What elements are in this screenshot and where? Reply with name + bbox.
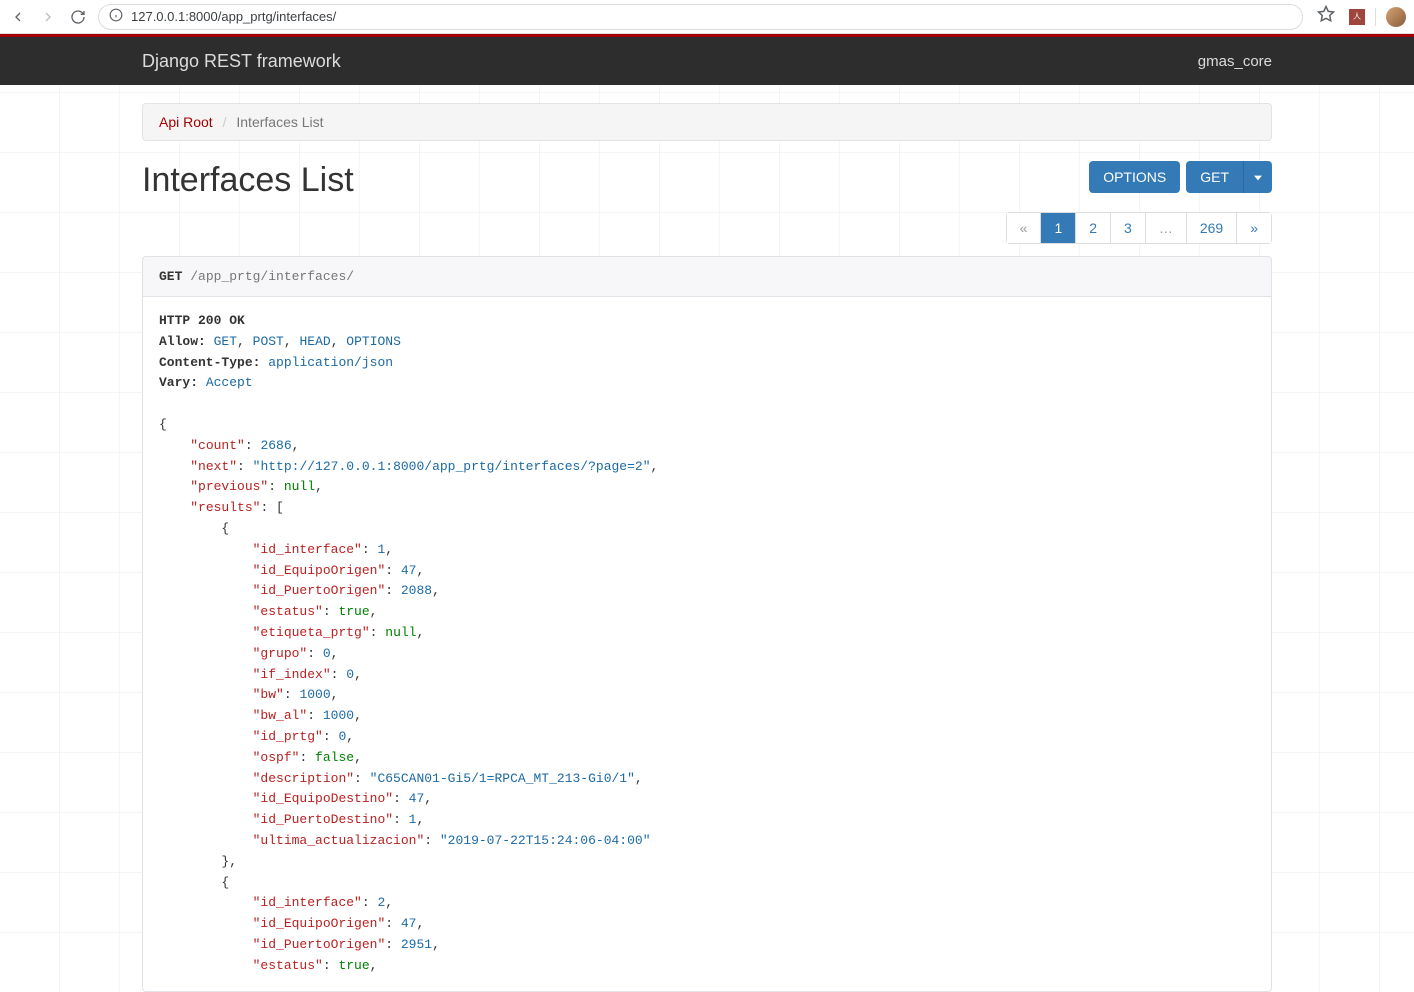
pagination-page-269[interactable]: 269 — [1187, 213, 1236, 243]
pagination-prev: « — [1007, 213, 1041, 243]
breadcrumb-current: Interfaces List — [236, 114, 323, 130]
pagination-page-1[interactable]: 1 — [1041, 213, 1075, 243]
pagination-page-2[interactable]: 2 — [1076, 213, 1110, 243]
pdf-extension-icon[interactable]: 人 — [1349, 9, 1365, 25]
page-title: Interfaces List — [142, 161, 354, 200]
url-text: 127.0.0.1:8000/app_prtg/interfaces/ — [131, 9, 336, 24]
response-info: HTTP 200 OK Allow: GET, POST, HEAD, OPTI… — [142, 297, 1272, 992]
get-dropdown-caret[interactable] — [1243, 161, 1272, 193]
browser-toolbar: 127.0.0.1:8000/app_prtg/interfaces/ 人 — [0, 0, 1414, 34]
breadcrumb-root-link[interactable]: Api Root — [159, 114, 213, 130]
navbar-user[interactable]: gmas_core — [1198, 53, 1272, 70]
request-info: GET /app_prtg/interfaces/ — [142, 256, 1272, 297]
info-icon[interactable] — [109, 8, 123, 25]
chrome-divider — [1375, 8, 1376, 26]
request-method: GET — [159, 269, 182, 284]
page-content: Api Root / Interfaces List Interfaces Li… — [0, 85, 1414, 992]
get-button[interactable]: GET — [1186, 161, 1243, 193]
browser-url-bar[interactable]: 127.0.0.1:8000/app_prtg/interfaces/ — [98, 4, 1303, 30]
action-buttons: OPTIONS GET — [1089, 161, 1272, 193]
pagination-page-…: … — [1146, 213, 1186, 243]
profile-avatar[interactable] — [1386, 7, 1406, 27]
browser-reload-button[interactable] — [68, 7, 88, 27]
breadcrumb: Api Root / Interfaces List — [142, 103, 1272, 141]
breadcrumb-sep: / — [217, 114, 233, 130]
browser-back-button[interactable] — [8, 7, 28, 27]
bookmark-star-icon[interactable] — [1317, 5, 1335, 28]
pagination-page-3[interactable]: 3 — [1111, 213, 1145, 243]
browser-forward-button[interactable] — [38, 7, 58, 27]
request-path: /app_prtg/interfaces/ — [190, 269, 354, 284]
navbar: Django REST framework gmas_core — [0, 37, 1414, 85]
options-button[interactable]: OPTIONS — [1089, 161, 1180, 193]
navbar-brand[interactable]: Django REST framework — [142, 51, 341, 72]
pagination: «123…269» — [1007, 212, 1272, 244]
pagination-next[interactable]: » — [1237, 213, 1271, 243]
